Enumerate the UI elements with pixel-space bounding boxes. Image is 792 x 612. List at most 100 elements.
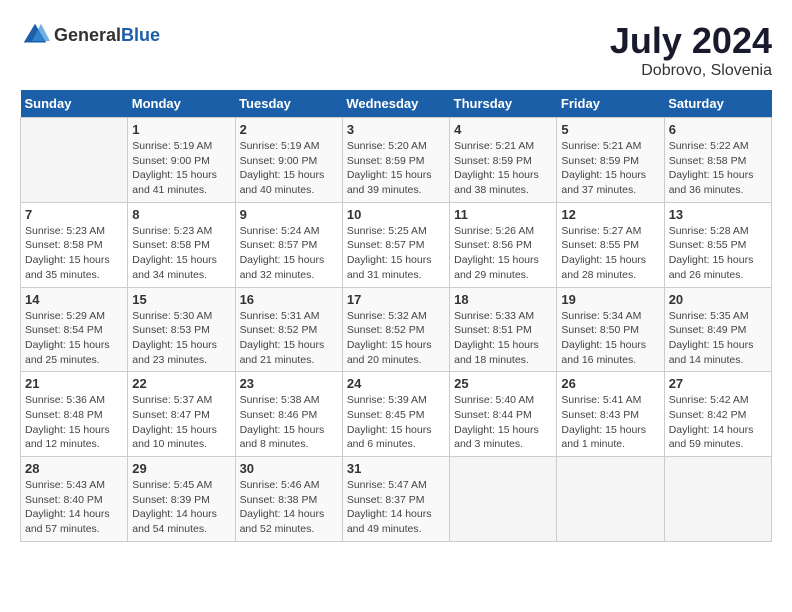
calendar-cell: 25Sunrise: 5:40 AM Sunset: 8:44 PM Dayli…: [450, 372, 557, 457]
day-info: Sunrise: 5:29 AM Sunset: 8:54 PM Dayligh…: [25, 309, 123, 368]
calendar-cell: 30 Sunrise: 5:46 AM Sunset: 8:38 PM Dayli…: [235, 457, 342, 542]
day-info: Sunrise: 5:31 AM Sunset: 8:52 PM Dayligh…: [240, 309, 338, 368]
logo-general-text: General: [54, 25, 121, 45]
day-header-saturday: Saturday: [664, 90, 771, 118]
day-number: 15: [132, 292, 230, 307]
week-row-1: 1 Sunrise: 5:19 AM Sunset: 9:00 PM Daylig…: [21, 118, 772, 203]
logo-blue-text: Blue: [121, 25, 160, 45]
day-info: Sunrise: 5:47 AM Sunset: 8:37 PM Dayligh…: [347, 478, 445, 537]
day-number: 13: [669, 207, 767, 222]
page-header: GeneralBlue July 2024 Dobrovo, Slovenia: [20, 20, 772, 80]
calendar-cell: 18 Sunrise: 5:33 AM Sunset: 8:51 PM Dayli…: [450, 287, 557, 372]
day-info: Sunrise: 5:20 AM Sunset: 8:59 PM Dayligh…: [347, 139, 445, 198]
day-info: Sunrise: 5:45 AM Sunset: 8:39 PM Dayligh…: [132, 478, 230, 537]
calendar-cell: [557, 457, 664, 542]
day-info: Sunrise: 5:21 AM Sunset: 8:59 PM Dayligh…: [454, 139, 552, 198]
calendar-cell: 11 Sunrise: 5:26 AM Sunset: 8:56 PM Dayli…: [450, 202, 557, 287]
day-number: 29: [132, 461, 230, 476]
day-info: Sunrise: 5:36 AM Sunset: 8:48 PM Dayligh…: [25, 393, 123, 452]
calendar-cell: 10 Sunrise: 5:25 AM Sunset: 8:57 PM Dayli…: [342, 202, 449, 287]
day-info: Sunrise: 5:40 AM Sunset: 8:44 PM Dayligh…: [454, 393, 552, 452]
day-header-thursday: Thursday: [450, 90, 557, 118]
calendar-cell: 14 Sunrise: 5:29 AM Sunset: 8:54 PM Dayli…: [21, 287, 128, 372]
days-header-row: SundayMondayTuesdayWednesdayThursdayFrid…: [21, 90, 772, 118]
week-row-5: 28 Sunrise: 5:43 AM Sunset: 8:40 PM Dayli…: [21, 457, 772, 542]
calendar-cell: [450, 457, 557, 542]
calendar-cell: 22Sunrise: 5:37 AM Sunset: 8:47 PM Dayli…: [128, 372, 235, 457]
day-number: 12: [561, 207, 659, 222]
day-number: 24: [347, 376, 445, 391]
calendar-cell: 2Sunrise: 5:19 AM Sunset: 9:00 PM Daylig…: [235, 118, 342, 203]
calendar-cell: 29 Sunrise: 5:45 AM Sunset: 8:39 PM Dayli…: [128, 457, 235, 542]
day-number: 21: [25, 376, 123, 391]
calendar-cell: 21 Sunrise: 5:36 AM Sunset: 8:48 PM Dayli…: [21, 372, 128, 457]
day-info: Sunrise: 5:30 AM Sunset: 8:53 PM Dayligh…: [132, 309, 230, 368]
calendar-cell: [21, 118, 128, 203]
day-info: Sunrise: 5:39 AM Sunset: 8:45 PM Dayligh…: [347, 393, 445, 452]
day-number: 7: [25, 207, 123, 222]
day-number: 18: [454, 292, 552, 307]
day-number: 28: [25, 461, 123, 476]
day-info: Sunrise: 5:24 AM Sunset: 8:57 PM Dayligh…: [240, 224, 338, 283]
calendar-table: SundayMondayTuesdayWednesdayThursdayFrid…: [20, 90, 772, 542]
title-area: July 2024 Dobrovo, Slovenia: [610, 20, 772, 80]
day-number: 27: [669, 376, 767, 391]
day-info: Sunrise: 5:21 AM Sunset: 8:59 PM Dayligh…: [561, 139, 659, 198]
day-info: Sunrise: 5:35 AM Sunset: 8:49 PM Dayligh…: [669, 309, 767, 368]
day-header-wednesday: Wednesday: [342, 90, 449, 118]
day-number: 19: [561, 292, 659, 307]
day-number: 10: [347, 207, 445, 222]
logo: GeneralBlue: [20, 20, 160, 50]
day-info: Sunrise: 5:19 AM Sunset: 9:00 PM Dayligh…: [132, 139, 230, 198]
calendar-cell: 9 Sunrise: 5:24 AM Sunset: 8:57 PM Daylig…: [235, 202, 342, 287]
day-info: Sunrise: 5:38 AM Sunset: 8:46 PM Dayligh…: [240, 393, 338, 452]
day-header-monday: Monday: [128, 90, 235, 118]
day-number: 9: [240, 207, 338, 222]
calendar-cell: 28 Sunrise: 5:43 AM Sunset: 8:40 PM Dayli…: [21, 457, 128, 542]
day-info: Sunrise: 5:33 AM Sunset: 8:51 PM Dayligh…: [454, 309, 552, 368]
calendar-title: July 2024: [610, 20, 772, 62]
day-info: Sunrise: 5:34 AM Sunset: 8:50 PM Dayligh…: [561, 309, 659, 368]
week-row-2: 7Sunrise: 5:23 AM Sunset: 8:58 PM Daylig…: [21, 202, 772, 287]
day-number: 1: [132, 122, 230, 137]
calendar-cell: 17Sunrise: 5:32 AM Sunset: 8:52 PM Dayli…: [342, 287, 449, 372]
calendar-cell: 23Sunrise: 5:38 AM Sunset: 8:46 PM Dayli…: [235, 372, 342, 457]
week-row-4: 21 Sunrise: 5:36 AM Sunset: 8:48 PM Dayli…: [21, 372, 772, 457]
calendar-cell: 20 Sunrise: 5:35 AM Sunset: 8:49 PM Dayli…: [664, 287, 771, 372]
calendar-cell: 4 Sunrise: 5:21 AM Sunset: 8:59 PM Daylig…: [450, 118, 557, 203]
calendar-cell: 12 Sunrise: 5:27 AM Sunset: 8:55 PM Dayli…: [557, 202, 664, 287]
calendar-cell: 26 Sunrise: 5:41 AM Sunset: 8:43 PM Dayli…: [557, 372, 664, 457]
day-info: Sunrise: 5:43 AM Sunset: 8:40 PM Dayligh…: [25, 478, 123, 537]
calendar-cell: 15 Sunrise: 5:30 AM Sunset: 8:53 PM Dayli…: [128, 287, 235, 372]
calendar-cell: 27Sunrise: 5:42 AM Sunset: 8:42 PM Dayli…: [664, 372, 771, 457]
day-info: Sunrise: 5:26 AM Sunset: 8:56 PM Dayligh…: [454, 224, 552, 283]
day-info: Sunrise: 5:37 AM Sunset: 8:47 PM Dayligh…: [132, 393, 230, 452]
day-info: Sunrise: 5:27 AM Sunset: 8:55 PM Dayligh…: [561, 224, 659, 283]
day-info: Sunrise: 5:25 AM Sunset: 8:57 PM Dayligh…: [347, 224, 445, 283]
day-info: Sunrise: 5:19 AM Sunset: 9:00 PM Dayligh…: [240, 139, 338, 198]
day-number: 5: [561, 122, 659, 137]
calendar-cell: 3Sunrise: 5:20 AM Sunset: 8:59 PM Daylig…: [342, 118, 449, 203]
day-header-sunday: Sunday: [21, 90, 128, 118]
day-number: 31: [347, 461, 445, 476]
calendar-cell: 13 Sunrise: 5:28 AM Sunset: 8:55 PM Dayli…: [664, 202, 771, 287]
day-number: 17: [347, 292, 445, 307]
calendar-cell: 16 Sunrise: 5:31 AM Sunset: 8:52 PM Dayli…: [235, 287, 342, 372]
day-header-tuesday: Tuesday: [235, 90, 342, 118]
day-number: 16: [240, 292, 338, 307]
calendar-subtitle: Dobrovo, Slovenia: [610, 62, 772, 80]
calendar-cell: 19 Sunrise: 5:34 AM Sunset: 8:50 PM Dayli…: [557, 287, 664, 372]
day-number: 30: [240, 461, 338, 476]
day-number: 11: [454, 207, 552, 222]
day-info: Sunrise: 5:46 AM Sunset: 8:38 PM Dayligh…: [240, 478, 338, 537]
day-number: 4: [454, 122, 552, 137]
day-info: Sunrise: 5:28 AM Sunset: 8:55 PM Dayligh…: [669, 224, 767, 283]
calendar-cell: 1 Sunrise: 5:19 AM Sunset: 9:00 PM Daylig…: [128, 118, 235, 203]
week-row-3: 14 Sunrise: 5:29 AM Sunset: 8:54 PM Dayli…: [21, 287, 772, 372]
day-number: 14: [25, 292, 123, 307]
calendar-cell: 6Sunrise: 5:22 AM Sunset: 8:58 PM Daylig…: [664, 118, 771, 203]
calendar-cell: 5 Sunrise: 5:21 AM Sunset: 8:59 PM Daylig…: [557, 118, 664, 203]
day-number: 20: [669, 292, 767, 307]
day-info: Sunrise: 5:41 AM Sunset: 8:43 PM Dayligh…: [561, 393, 659, 452]
day-number: 26: [561, 376, 659, 391]
